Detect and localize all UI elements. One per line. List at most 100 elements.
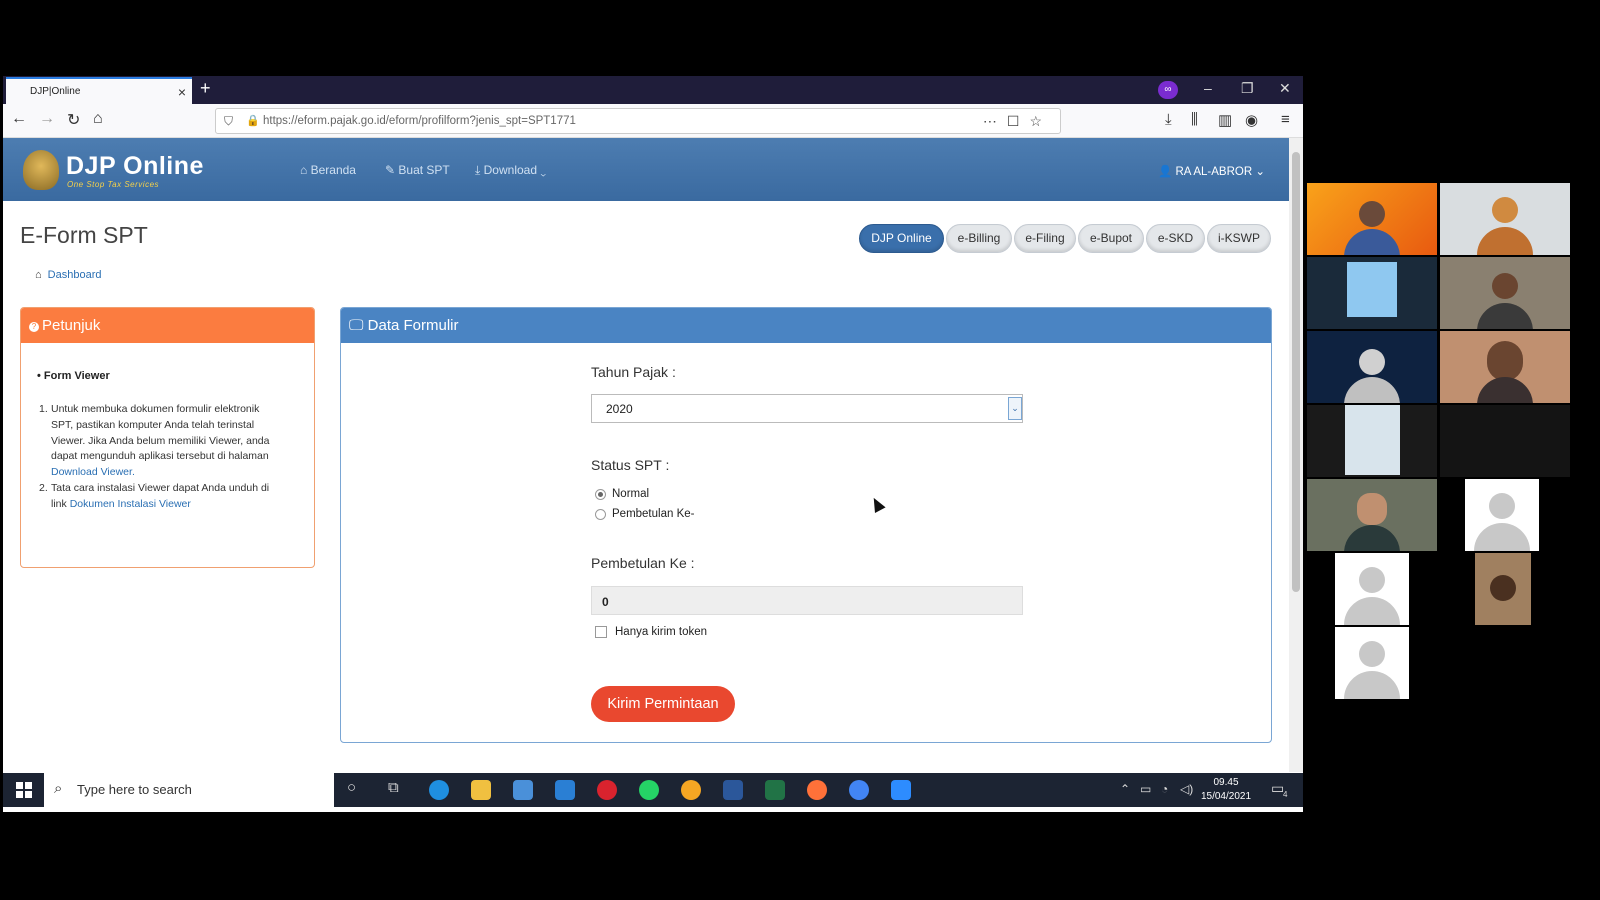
taskbar-search[interactable]: ⌕ Type here to search	[44, 773, 334, 807]
home-icon: ⌂	[35, 269, 42, 281]
participant-video[interactable]	[1475, 553, 1531, 625]
nav-buat-spt[interactable]: ✎ Buat SPT	[385, 163, 450, 177]
sidebar-icon[interactable]: ▥	[1218, 111, 1232, 129]
browser-toolbar: ← → ↻ ⌂ ⛉ 🔒 https://eform.pajak.go.id/ef…	[3, 104, 1303, 138]
participant-video[interactable]	[1307, 183, 1437, 255]
site-brand[interactable]: DJP Online	[66, 152, 204, 181]
word-icon[interactable]	[723, 780, 743, 800]
djp-emblem-logo	[23, 150, 59, 190]
account-icon[interactable]: ◉	[1245, 111, 1258, 129]
close-tab-icon[interactable]: ×	[178, 84, 186, 100]
radio-pembetulan[interactable]: Pembetulan Ke-	[595, 508, 694, 520]
downloads-icon[interactable]: ⤓	[1165, 111, 1172, 128]
chrome-icon[interactable]	[849, 780, 869, 800]
zoom-icon[interactable]	[891, 780, 911, 800]
taskbar-clock[interactable]: 09.45 15/04/2021	[1196, 776, 1256, 804]
restore-icon[interactable]: ❐	[1241, 80, 1254, 97]
page-actions-icon[interactable]: ⋯☐☆	[983, 113, 1052, 130]
excel-icon[interactable]	[765, 780, 785, 800]
search-placeholder: Type here to search	[77, 782, 192, 797]
participant-video[interactable]	[1440, 405, 1570, 477]
petunjuk-panel: ? Petunjuk • Form Viewer 1. Untuk membuka…	[20, 307, 315, 568]
windows-start-icon[interactable]	[16, 782, 32, 798]
mail-icon[interactable]	[555, 780, 575, 800]
forward-icon[interactable]: →	[39, 110, 55, 128]
firefox-icon[interactable]	[807, 780, 827, 800]
nav-beranda[interactable]: ⌂ Beranda	[300, 163, 356, 177]
tahun-pajak-select[interactable]: 2020 ⌄	[591, 394, 1023, 423]
minimize-icon[interactable]: –	[1204, 80, 1212, 96]
address-bar[interactable]: ⛉ 🔒 https://eform.pajak.go.id/eform/prof…	[215, 108, 1061, 134]
back-icon[interactable]: ←	[11, 110, 27, 128]
tab-title: DJP|Online	[30, 86, 81, 97]
data-formulir-panel: 🖵 Data Formulir Tahun Pajak : 2020 ⌄ Sta…	[340, 307, 1272, 743]
clock-date: 15/04/2021	[1200, 791, 1252, 802]
edge-icon[interactable]	[429, 780, 449, 800]
task-view-icon[interactable]: ⧉	[388, 779, 399, 796]
tab-bar: DJP|Online × + ∞ – ❐ ✕	[3, 76, 1303, 104]
volume-icon[interactable]: ◁)	[1180, 782, 1193, 796]
participant-video[interactable]	[1307, 479, 1437, 551]
cortana-icon[interactable]: ○	[347, 779, 356, 796]
close-window-icon[interactable]: ✕	[1279, 80, 1291, 97]
participant-video[interactable]	[1307, 257, 1437, 329]
pill-e-billing[interactable]: e-Billing	[946, 224, 1012, 253]
form-viewer-heading: • Form Viewer	[37, 370, 110, 382]
participant-video[interactable]	[1440, 331, 1570, 403]
chevron-down-icon: ⌄	[537, 163, 547, 177]
participant-video[interactable]	[1440, 257, 1570, 329]
participant-video[interactable]	[1307, 331, 1437, 403]
token-checkbox[interactable]: Hanya kirim token	[595, 626, 707, 638]
participant-avatar[interactable]	[1335, 627, 1409, 699]
radio-circle[interactable]	[595, 509, 606, 520]
radio-normal-label: Normal	[612, 488, 650, 500]
kirim-permintaan-button[interactable]: Kirim Permintaan	[591, 686, 735, 722]
pill-djp-online[interactable]: DJP Online	[859, 224, 944, 253]
data-formulir-title: Data Formulir	[367, 317, 459, 334]
library-icon[interactable]: ⫼	[1191, 111, 1198, 128]
pill-i-kswp[interactable]: i-KSWP	[1207, 224, 1271, 253]
pembetulan-ke-input[interactable]: 0	[591, 586, 1023, 615]
home-icon[interactable]: ⌂	[93, 110, 103, 128]
home-icon: ⌂	[300, 163, 311, 177]
chevron-down-icon: ⌄	[1252, 166, 1265, 178]
participant-video[interactable]	[1307, 405, 1437, 477]
chevron-up-icon[interactable]: ⌃	[1120, 782, 1130, 796]
user-menu[interactable]: 👤 RA AL-ABROR ⌄	[1158, 164, 1265, 178]
opera-icon[interactable]	[597, 780, 617, 800]
app-icon[interactable]	[681, 780, 701, 800]
nav-download[interactable]: ⤓ Download ⌄	[475, 163, 546, 178]
scrollbar-thumb[interactable]	[1292, 152, 1300, 592]
lock-icon[interactable]: 🔒	[246, 114, 260, 127]
reload-icon[interactable]: ↻	[67, 110, 80, 130]
pill-e-skd[interactable]: e-SKD	[1146, 224, 1205, 253]
participant-video[interactable]	[1440, 183, 1570, 255]
search-icon: ⌕	[54, 780, 63, 797]
wifi-icon[interactable]: ◔	[1161, 782, 1168, 796]
browser-tab[interactable]: DJP|Online ×	[6, 77, 192, 104]
instruction-1-text: Untuk membuka dokumen formulir elektroni…	[51, 403, 270, 463]
menu-icon[interactable]: ≡	[1281, 111, 1290, 128]
radio-circle[interactable]	[595, 489, 606, 500]
url-text[interactable]: https://eform.pajak.go.id/eform/profilfo…	[263, 115, 576, 127]
download-viewer-link[interactable]: Download Viewer.	[51, 466, 135, 478]
data-formulir-header: 🖵 Data Formulir	[341, 308, 1271, 343]
battery-icon[interactable]: ▭	[1140, 782, 1151, 796]
breadcrumb-dashboard[interactable]: Dashboard	[48, 269, 102, 281]
form-viewer-label: Form Viewer	[43, 370, 110, 382]
page-scrollbar[interactable]	[1289, 138, 1303, 772]
radio-normal[interactable]: Normal	[595, 488, 649, 500]
pill-e-bupot[interactable]: e-Bupot	[1078, 224, 1144, 253]
file-explorer-icon[interactable]	[471, 780, 491, 800]
shield-icon[interactable]: ⛉	[224, 114, 233, 129]
checkbox-box[interactable]	[595, 626, 607, 638]
participant-avatar[interactable]	[1335, 553, 1409, 625]
new-tab-icon[interactable]: +	[200, 78, 211, 99]
chevron-down-icon[interactable]: ⌄	[1008, 397, 1022, 420]
dokumen-instalasi-link[interactable]: Dokumen Instalasi Viewer	[70, 498, 191, 510]
nav-download-label: Download	[483, 163, 538, 177]
whatsapp-icon[interactable]	[639, 780, 659, 800]
pill-e-filing[interactable]: e-Filing	[1014, 224, 1076, 253]
store-icon[interactable]	[513, 780, 533, 800]
participant-avatar[interactable]	[1465, 479, 1539, 551]
